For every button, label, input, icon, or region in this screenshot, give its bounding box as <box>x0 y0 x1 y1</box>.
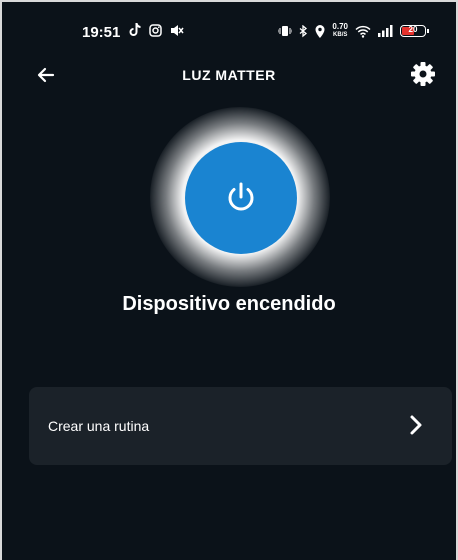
chevron-right-icon <box>410 415 422 435</box>
vibrate-icon <box>278 26 293 36</box>
power-icon <box>228 182 254 211</box>
status-left-icons <box>129 23 184 37</box>
battery-icon: 20 <box>400 25 429 37</box>
instagram-icon <box>149 23 162 37</box>
power-button[interactable] <box>185 142 297 254</box>
gear-icon <box>411 62 435 86</box>
signal-icon <box>378 25 393 37</box>
page-title: LUZ MATTER <box>182 67 276 83</box>
muted-icon <box>171 24 184 36</box>
location-icon <box>315 24 325 38</box>
bluetooth-icon <box>300 24 308 37</box>
tiktok-icon <box>129 23 141 36</box>
create-routine-label: Crear una rutina <box>48 418 150 434</box>
speed-unit: KB/S <box>333 32 348 38</box>
settings-button[interactable] <box>408 59 438 89</box>
network-speed: 0.70 KB/S <box>332 23 348 39</box>
speed-value: 0.70 <box>332 22 348 31</box>
device-status: Dispositivo encendido <box>122 293 336 315</box>
create-routine-card[interactable]: Crear una rutina <box>29 387 452 465</box>
status-right-icons: 0.70 KB/S 20 <box>278 23 429 39</box>
battery-level: 20 <box>408 25 418 34</box>
status-bar: 19:51 0.70 KB/S 20 <box>2 2 456 62</box>
status-time: 19:51 <box>82 24 121 41</box>
app-header: LUZ MATTER <box>2 57 456 93</box>
wifi-icon <box>355 25 371 38</box>
